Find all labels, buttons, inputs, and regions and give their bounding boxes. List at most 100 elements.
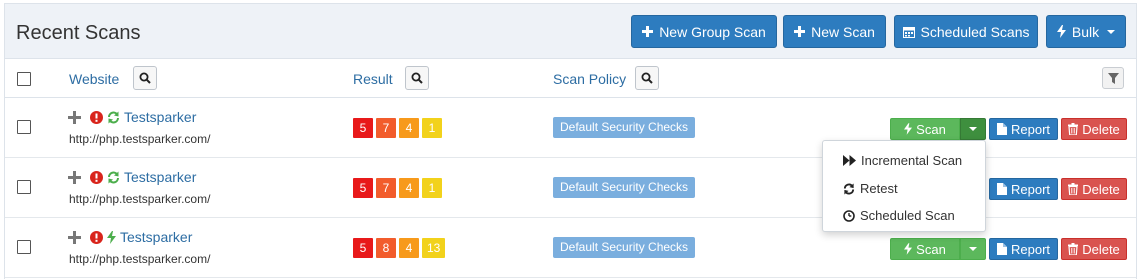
trash-icon: [1068, 123, 1079, 135]
severity-counts: 5 8 4 13: [353, 238, 446, 258]
new-group-scan-button[interactable]: New Group Scan: [631, 15, 777, 48]
high-count-badge[interactable]: 8: [376, 238, 396, 258]
scan-policy-badge: Default Security Checks: [553, 117, 696, 138]
menu-item-retest[interactable]: Retest: [843, 181, 898, 196]
column-result[interactable]: Result: [353, 71, 393, 87]
fast-forward-icon: [843, 155, 856, 166]
low-count-badge[interactable]: 1: [422, 118, 442, 138]
report-button[interactable]: Report: [989, 178, 1058, 200]
row-checkbox[interactable]: [17, 120, 31, 134]
recent-scans-panel: Recent Scans New Group Scan New Scan Sch…: [4, 3, 1137, 279]
menu-item-label: Incremental Scan: [861, 153, 963, 168]
file-icon: [996, 183, 1007, 195]
filter-button[interactable]: [1102, 67, 1124, 89]
medium-count-badge[interactable]: 4: [399, 238, 419, 258]
new-scan-button[interactable]: New Scan: [783, 15, 886, 48]
low-count-badge[interactable]: 1: [422, 178, 442, 198]
search-icon: [641, 72, 653, 84]
expand-plus-icon[interactable]: [68, 230, 81, 244]
low-count-badge[interactable]: 13: [422, 238, 446, 258]
scan-label: Scan: [916, 241, 946, 257]
row-checkbox[interactable]: [17, 180, 31, 194]
critical-count-badge[interactable]: 5: [353, 118, 373, 138]
menu-item-label: Scheduled Scan: [860, 208, 955, 223]
site-url: http://php.testsparker.com/: [69, 192, 211, 206]
critical-count-badge[interactable]: 5: [353, 238, 373, 258]
delete-label: Delete: [1082, 181, 1120, 197]
bulk-dropdown-button[interactable]: Bulk: [1046, 15, 1126, 48]
result-search-button[interactable]: [405, 66, 429, 90]
scan-policy-badge: Default Security Checks: [553, 177, 696, 198]
site-name-line: Testsparker: [68, 229, 192, 245]
alert-icon: [90, 230, 103, 244]
column-scan-policy[interactable]: Scan Policy: [553, 71, 626, 87]
expand-plus-icon[interactable]: [68, 110, 81, 124]
report-button[interactable]: Report: [989, 238, 1058, 260]
scan-options-toggle[interactable]: [960, 118, 986, 140]
high-count-badge[interactable]: 7: [376, 118, 396, 138]
scan-label: Scan: [916, 121, 946, 137]
plus-icon: [794, 26, 806, 37]
alert-icon: [90, 110, 103, 124]
medium-count-badge[interactable]: 4: [399, 178, 419, 198]
new-group-scan-label: New Group Scan: [659, 23, 766, 40]
select-all-checkbox[interactable]: [17, 72, 31, 86]
trash-icon: [1068, 243, 1079, 255]
refresh-icon: [108, 171, 119, 183]
filter-icon: [1107, 72, 1119, 84]
site-name-link[interactable]: Testsparker: [124, 109, 196, 125]
chevron-down-icon: [1107, 29, 1116, 34]
medium-count-badge[interactable]: 4: [399, 118, 419, 138]
high-count-badge[interactable]: 7: [376, 178, 396, 198]
column-website[interactable]: Website: [69, 71, 119, 87]
site-url: http://php.testsparker.com/: [69, 252, 211, 266]
file-icon: [996, 123, 1007, 135]
menu-item-incremental-scan[interactable]: Incremental Scan: [843, 153, 962, 168]
severity-counts: 5 7 4 1: [353, 178, 442, 198]
website-search-button[interactable]: [133, 66, 157, 90]
refresh-icon: [843, 182, 855, 195]
scan-button[interactable]: Scan: [890, 238, 960, 260]
bulk-label: Bulk: [1071, 23, 1100, 40]
bolt-icon: [904, 123, 913, 135]
scan-options-toggle[interactable]: [960, 238, 986, 260]
table-header: Website Result Scan Policy: [5, 60, 1136, 98]
delete-button[interactable]: Delete: [1061, 118, 1127, 140]
plus-icon: [642, 26, 654, 37]
clock-icon: [843, 209, 855, 222]
refresh-icon: [108, 111, 119, 123]
page-title: Recent Scans: [16, 22, 141, 44]
search-icon: [139, 72, 151, 84]
site-name-link[interactable]: Testsparker: [124, 169, 196, 185]
bolt-icon: [1056, 25, 1066, 38]
menu-item-label: Retest: [860, 181, 898, 196]
row-checkbox[interactable]: [17, 240, 31, 254]
scan-button[interactable]: Scan: [890, 118, 960, 140]
menu-item-scheduled-scan[interactable]: Scheduled Scan: [843, 208, 955, 223]
bolt-icon: [904, 243, 913, 255]
trash-icon: [1068, 183, 1079, 195]
site-name-link[interactable]: Testsparker: [120, 229, 192, 245]
expand-plus-icon[interactable]: [68, 170, 81, 184]
delete-label: Delete: [1082, 241, 1120, 257]
site-name-line: Testsparker: [68, 109, 196, 125]
policy-search-button[interactable]: [635, 66, 659, 90]
panel-header: Recent Scans New Group Scan New Scan Sch…: [5, 4, 1136, 59]
delete-label: Delete: [1082, 121, 1120, 137]
chevron-down-icon: [969, 127, 977, 131]
new-scan-label: New Scan: [811, 23, 875, 40]
search-icon: [411, 72, 423, 84]
scheduled-scans-button[interactable]: Scheduled Scans: [894, 15, 1038, 48]
site-name-line: Testsparker: [68, 169, 196, 185]
report-label: Report: [1010, 121, 1051, 137]
report-label: Report: [1010, 181, 1051, 197]
alert-icon: [90, 170, 103, 184]
report-button[interactable]: Report: [989, 118, 1058, 140]
critical-count-badge[interactable]: 5: [353, 178, 373, 198]
report-label: Report: [1010, 241, 1051, 257]
delete-button[interactable]: Delete: [1061, 238, 1127, 260]
delete-button[interactable]: Delete: [1061, 178, 1127, 200]
calendar-icon: [902, 26, 915, 38]
file-icon: [996, 243, 1007, 255]
bolt-icon: [107, 230, 116, 244]
